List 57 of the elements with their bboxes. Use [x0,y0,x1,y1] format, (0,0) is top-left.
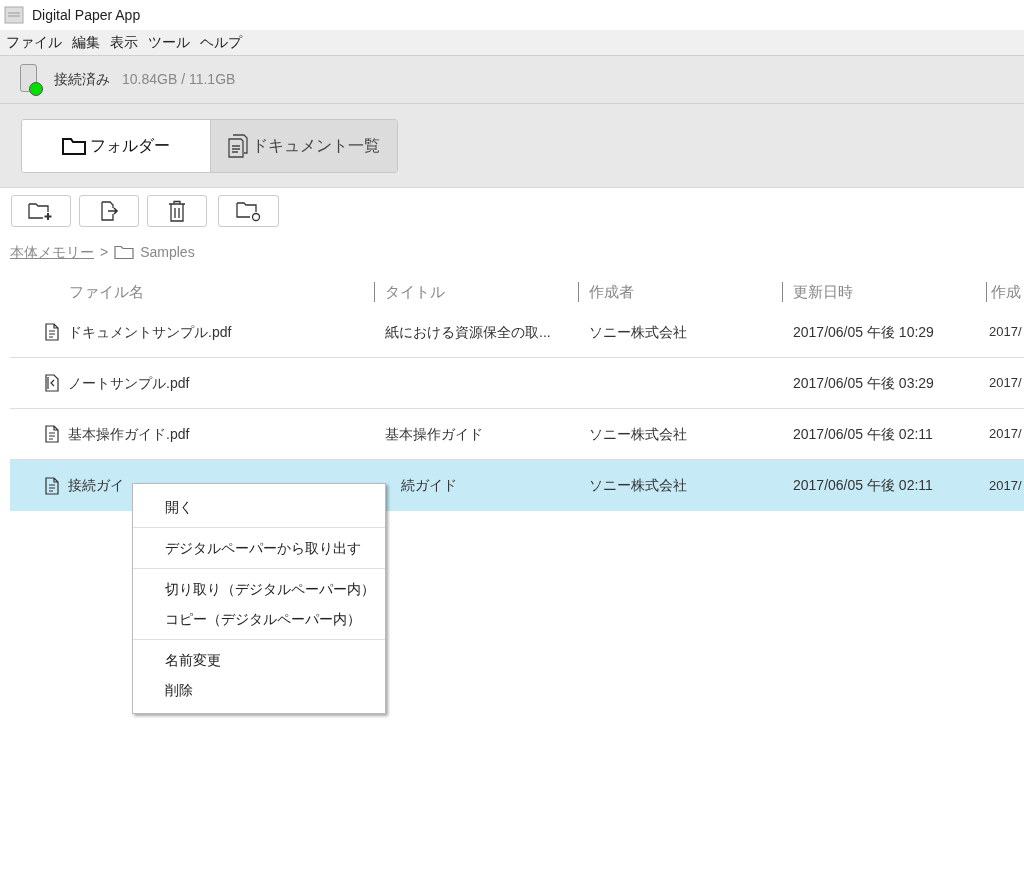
table-cell-text: 基本操作ガイド.pdf [68,424,190,444]
table-cell-text: 2017/ [989,425,1022,444]
table-cell-text: 2017/06/05 午後 02:11 [793,424,933,444]
connection-status: 接続済み [54,70,110,89]
document-file-icon [45,425,59,443]
column-header[interactable]: ファイル名 [69,280,144,304]
table-cell-text: 続ガイド [400,476,457,495]
toolbar-button[interactable] [11,195,71,227]
table-cell-text: 紙における資源保全の取... [385,322,551,342]
breadcrumb-link[interactable]: 本体メモリー [10,242,94,263]
window-title: Digital Paper App [32,5,141,25]
context-menu-item[interactable]: 名前変更 [133,645,385,675]
breadcrumb-separator: > [100,243,109,262]
menu-item[interactable]: ファイル [6,32,62,53]
context-menu-item[interactable]: デジタルペーパーから取り出す [133,533,385,563]
table-cell-text: 2017/06/05 午後 03:29 [793,373,934,393]
toolbar-button[interactable] [79,195,139,227]
view-tab[interactable]: ドキュメント一覧 [210,119,397,172]
column-header[interactable]: 作成 [991,280,1021,304]
table-cell-text: 2017/ [989,323,1022,342]
breadcrumb-folder: Samples [140,243,195,262]
storage-usage: 10.84GB / 11.1GB [122,70,236,89]
toolbar-button[interactable] [147,195,207,227]
table-cell-text: ドキュメントサンプル.pdf [68,322,232,342]
export-icon [98,200,120,222]
menu-item[interactable]: 表示 [110,32,138,53]
context-menu-item[interactable]: 削除 [133,675,385,705]
table-cell-text: ソニー株式会社 [589,424,687,444]
toolbar-button[interactable] [218,195,279,227]
menu-item[interactable]: 編集 [72,32,100,53]
table-cell-text: 2017/ [989,374,1022,393]
table-cell-text: ソニー株式会社 [589,476,687,495]
menu-item[interactable]: ツール [148,32,190,53]
folder-icon [114,245,135,260]
table-cell-text: ソニー株式会社 [589,322,687,342]
app-icon [4,6,24,24]
table-cell-text: 2017/06/05 午後 10:29 [793,322,934,342]
document-file-icon [45,323,59,341]
folder-icon [62,136,86,155]
context-menu-item[interactable]: コピー（デジタルペーパー内） [133,604,385,634]
table-cell-text: ノートサンプル.pdf [68,373,190,393]
column-header[interactable]: 作成者 [589,280,634,304]
column-header[interactable]: タイトル [385,280,445,304]
folder-sync-icon [234,200,263,222]
table-cell-text: 接続ガイ [68,476,124,495]
table-cell-text: 基本操作ガイド [385,424,483,444]
column-header[interactable]: 更新日時 [793,280,853,304]
table-cell-text: 2017/06/05 午後 02:11 [793,476,933,495]
new-folder-icon [27,201,55,221]
trash-icon [167,200,187,222]
context-menu-item[interactable]: 切り取り（デジタルペーパー内） [133,574,385,604]
menu-item[interactable]: ヘルプ [200,32,242,53]
document-file-icon [45,476,59,495]
documents-icon [228,133,248,158]
view-tab[interactable]: フォルダー [22,119,210,172]
table-cell-text: 2017/ [989,476,1022,495]
note-file-icon [45,374,59,392]
